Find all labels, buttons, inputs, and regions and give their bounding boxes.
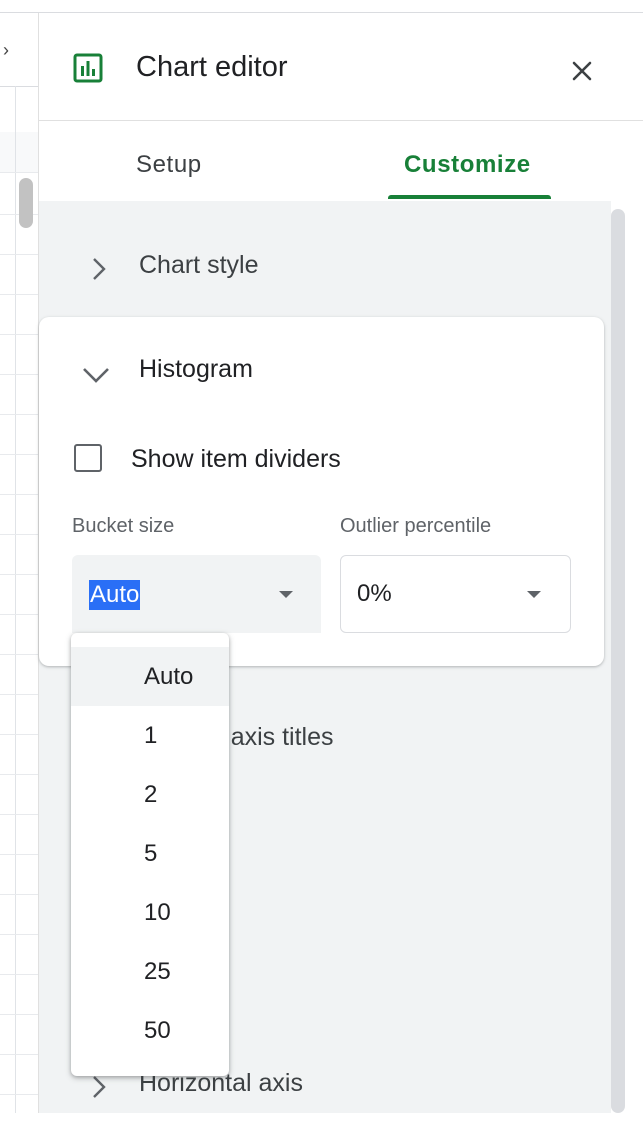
grid-line (0, 934, 38, 935)
bucket-size-value[interactable]: Auto (89, 580, 141, 610)
grid-line (0, 1014, 38, 1015)
menu-item-label: 50 (144, 1017, 171, 1044)
panel-title: Chart editor (136, 51, 288, 83)
menu-item-25[interactable]: 25 (71, 942, 229, 1001)
grid-line (0, 1094, 38, 1095)
grid-line (0, 694, 38, 695)
caret-down-icon (279, 591, 293, 598)
section-label[interactable]: Histogram (139, 355, 253, 384)
grid-line (0, 614, 38, 615)
editor-tabs: Setup Customize (39, 121, 643, 201)
grid-line (0, 814, 38, 815)
panel-header: Chart editor (39, 13, 643, 121)
grid-line (0, 172, 38, 173)
menu-item-2[interactable]: 2 (71, 765, 229, 824)
grid-line (0, 734, 38, 735)
chevron-right-icon (93, 1076, 106, 1098)
close-icon[interactable] (564, 53, 600, 89)
grid-line (0, 1054, 38, 1055)
sheet-scrollbar[interactable] (19, 178, 33, 228)
section-chart-style[interactable]: Chart style (39, 229, 611, 309)
row-header-column (0, 86, 16, 1113)
menu-item-10[interactable]: 10 (71, 883, 229, 942)
show-item-dividers-checkbox[interactable] (74, 444, 102, 472)
grid-line (0, 374, 38, 375)
grid-line (0, 494, 38, 495)
menu-item-5[interactable]: 5 (71, 824, 229, 883)
grid-line (0, 294, 38, 295)
grid-line (0, 774, 38, 775)
grid-line (0, 534, 38, 535)
outlier-percentile-select[interactable]: 0% (340, 555, 571, 633)
grid-line (0, 574, 38, 575)
grid-line (0, 254, 38, 255)
grid-line (0, 454, 38, 455)
caret-down-icon (527, 591, 541, 598)
section-label: Chart style (139, 251, 259, 279)
outlier-percentile-value: 0% (357, 580, 392, 607)
show-item-dividers-label[interactable]: Show item dividers (131, 445, 341, 474)
grid-line (0, 894, 38, 895)
bar-chart-icon (73, 53, 103, 83)
caret-icon: › (3, 40, 9, 60)
grid-line (0, 334, 38, 335)
menu-item-1[interactable]: 1 (71, 706, 229, 765)
bucket-size-label: Bucket size (72, 515, 175, 537)
grid-line (0, 974, 38, 975)
menu-item-50[interactable]: 50 (71, 1001, 229, 1060)
menu-item-label: 5 (144, 840, 158, 867)
active-tab-indicator (388, 195, 551, 199)
bucket-size-select[interactable]: Auto (72, 555, 321, 633)
menu-item-auto[interactable]: Auto (71, 647, 229, 706)
grid-line (0, 654, 38, 655)
outlier-percentile-label: Outlier percentile (340, 515, 492, 537)
menu-item-label: 2 (144, 781, 158, 808)
chevron-down-icon[interactable] (81, 362, 111, 386)
menu-item-label: 1 (144, 722, 158, 749)
bucket-size-menu: Auto 1 2 5 10 25 50 (71, 633, 229, 1076)
chevron-right-icon (93, 258, 106, 280)
spreadsheet-edge: › (0, 0, 38, 1113)
menu-item-label: 25 (144, 958, 171, 985)
menu-item-label: 10 (144, 899, 171, 926)
panel-scrollbar[interactable] (611, 209, 625, 1113)
grid-line (0, 854, 38, 855)
grid-line (0, 414, 38, 415)
tab-customize[interactable]: Customize (404, 151, 531, 179)
tab-setup[interactable]: Setup (136, 151, 202, 179)
menu-item-label: Auto (144, 663, 194, 690)
histogram-section: Histogram Show item dividers Bucket size… (39, 317, 604, 666)
